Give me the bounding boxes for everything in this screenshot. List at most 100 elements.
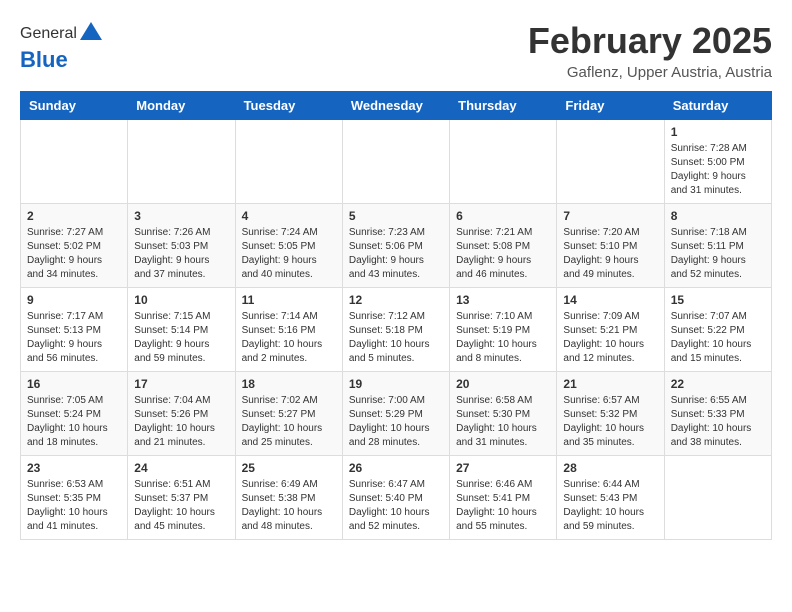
calendar-cell: 15 Sunrise: 7:07 AM Sunset: 5:22 PM Dayli…: [664, 288, 771, 372]
day-number: 10: [134, 293, 228, 307]
calendar-week-row: 23 Sunrise: 6:53 AM Sunset: 5:35 PM Dayli…: [21, 456, 772, 540]
calendar-week-row: 16 Sunrise: 7:05 AM Sunset: 5:24 PM Dayli…: [21, 372, 772, 456]
day-number: 16: [27, 377, 121, 391]
day-info: Sunrise: 7:23 AM Sunset: 5:06 PM Dayligh…: [349, 226, 443, 282]
day-info: Sunrise: 6:51 AM Sunset: 5:37 PM Dayligh…: [134, 478, 228, 534]
calendar-cell: 28 Sunrise: 6:44 AM Sunset: 5:43 PM Dayli…: [557, 456, 664, 540]
calendar-cell: 27 Sunrise: 6:46 AM Sunset: 5:41 PM Dayli…: [450, 456, 557, 540]
calendar-cell: 12 Sunrise: 7:12 AM Sunset: 5:18 PM Dayli…: [342, 288, 449, 372]
day-number: 8: [671, 209, 765, 223]
day-number: 4: [242, 209, 336, 223]
day-info: Sunrise: 6:57 AM Sunset: 5:32 PM Dayligh…: [563, 394, 657, 450]
day-number: 11: [242, 293, 336, 307]
day-number: 12: [349, 293, 443, 307]
calendar-cell: 25 Sunrise: 6:49 AM Sunset: 5:38 PM Dayli…: [235, 456, 342, 540]
calendar-cell: 18 Sunrise: 7:02 AM Sunset: 5:27 PM Dayli…: [235, 372, 342, 456]
day-info: Sunrise: 6:46 AM Sunset: 5:41 PM Dayligh…: [456, 478, 550, 534]
day-number: 3: [134, 209, 228, 223]
day-info: Sunrise: 7:12 AM Sunset: 5:18 PM Dayligh…: [349, 310, 443, 366]
weekday-header-thursday: Thursday: [450, 92, 557, 120]
weekday-header-tuesday: Tuesday: [235, 92, 342, 120]
day-info: Sunrise: 6:49 AM Sunset: 5:38 PM Dayligh…: [242, 478, 336, 534]
day-number: 5: [349, 209, 443, 223]
calendar-cell: 19 Sunrise: 7:00 AM Sunset: 5:29 PM Dayli…: [342, 372, 449, 456]
calendar-cell: [450, 120, 557, 204]
day-number: 14: [563, 293, 657, 307]
day-number: 23: [27, 461, 121, 475]
day-info: Sunrise: 7:27 AM Sunset: 5:02 PM Dayligh…: [27, 226, 121, 282]
calendar-cell: 13Sunrise: 7:10 AM Sunset: 5:19 PM Dayli…: [450, 288, 557, 372]
day-info: Sunrise: 7:17 AM Sunset: 5:13 PM Dayligh…: [27, 310, 121, 366]
day-info: Sunrise: 7:28 AM Sunset: 5:00 PM Dayligh…: [671, 142, 765, 198]
calendar-cell: 9 Sunrise: 7:17 AM Sunset: 5:13 PM Daylig…: [21, 288, 128, 372]
day-number: 7: [563, 209, 657, 223]
day-number: 24: [134, 461, 228, 475]
calendar-cell: 23 Sunrise: 6:53 AM Sunset: 5:35 PM Dayli…: [21, 456, 128, 540]
day-info: Sunrise: 7:02 AM Sunset: 5:27 PM Dayligh…: [242, 394, 336, 450]
day-info: Sunrise: 7:24 AM Sunset: 5:05 PM Dayligh…: [242, 226, 336, 282]
day-number: 17: [134, 377, 228, 391]
calendar-cell: 10Sunrise: 7:15 AM Sunset: 5:14 PM Dayli…: [128, 288, 235, 372]
day-number: 25: [242, 461, 336, 475]
day-info: Sunrise: 6:58 AM Sunset: 5:30 PM Dayligh…: [456, 394, 550, 450]
weekday-header-saturday: Saturday: [664, 92, 771, 120]
day-info: Sunrise: 7:09 AM Sunset: 5:21 PM Dayligh…: [563, 310, 657, 366]
calendar-table: SundayMondayTuesdayWednesdayThursdayFrid…: [20, 91, 772, 540]
weekday-header-monday: Monday: [128, 92, 235, 120]
calendar-week-row: 9 Sunrise: 7:17 AM Sunset: 5:13 PM Daylig…: [21, 288, 772, 372]
calendar-cell: 1 Sunrise: 7:28 AM Sunset: 5:00 PM Daylig…: [664, 120, 771, 204]
calendar-week-row: 1 Sunrise: 7:28 AM Sunset: 5:00 PM Daylig…: [21, 120, 772, 204]
calendar-cell: 21 Sunrise: 6:57 AM Sunset: 5:32 PM Dayli…: [557, 372, 664, 456]
calendar-cell: 26Sunrise: 6:47 AM Sunset: 5:40 PM Dayli…: [342, 456, 449, 540]
day-info: Sunrise: 6:47 AM Sunset: 5:40 PM Dayligh…: [349, 478, 443, 534]
day-info: Sunrise: 7:14 AM Sunset: 5:16 PM Dayligh…: [242, 310, 336, 366]
calendar-cell: [664, 456, 771, 540]
calendar-cell: 20 Sunrise: 6:58 AM Sunset: 5:30 PM Dayli…: [450, 372, 557, 456]
calendar-cell: 4 Sunrise: 7:24 AM Sunset: 5:05 PM Daylig…: [235, 204, 342, 288]
day-number: 19: [349, 377, 443, 391]
day-number: 1: [671, 125, 765, 139]
calendar-cell: [235, 120, 342, 204]
page-header: General Blue February 2025 Gaflenz, Uppe…: [20, 20, 772, 81]
weekday-header-friday: Friday: [557, 92, 664, 120]
calendar-cell: 5 Sunrise: 7:23 AM Sunset: 5:06 PM Daylig…: [342, 204, 449, 288]
logo: General Blue: [20, 20, 102, 73]
day-number: 13: [456, 293, 550, 307]
day-number: 22: [671, 377, 765, 391]
month-year-title: February 2025: [528, 20, 772, 62]
weekday-header-wednesday: Wednesday: [342, 92, 449, 120]
day-number: 20: [456, 377, 550, 391]
day-number: 27: [456, 461, 550, 475]
day-info: Sunrise: 6:53 AM Sunset: 5:35 PM Dayligh…: [27, 478, 121, 534]
day-info: Sunrise: 7:20 AM Sunset: 5:10 PM Dayligh…: [563, 226, 657, 282]
calendar-week-row: 2Sunrise: 7:27 AM Sunset: 5:02 PM Daylig…: [21, 204, 772, 288]
location-subtitle: Gaflenz, Upper Austria, Austria: [528, 64, 772, 81]
day-number: 15: [671, 293, 765, 307]
day-info: Sunrise: 7:21 AM Sunset: 5:08 PM Dayligh…: [456, 226, 550, 282]
calendar-cell: 22Sunrise: 6:55 AM Sunset: 5:33 PM Dayli…: [664, 372, 771, 456]
day-info: Sunrise: 7:05 AM Sunset: 5:24 PM Dayligh…: [27, 394, 121, 450]
calendar-cell: [557, 120, 664, 204]
calendar-cell: [21, 120, 128, 204]
calendar-cell: 7 Sunrise: 7:20 AM Sunset: 5:10 PM Daylig…: [557, 204, 664, 288]
calendar-cell: 11 Sunrise: 7:14 AM Sunset: 5:16 PM Dayli…: [235, 288, 342, 372]
day-info: Sunrise: 7:18 AM Sunset: 5:11 PM Dayligh…: [671, 226, 765, 282]
day-info: Sunrise: 7:00 AM Sunset: 5:29 PM Dayligh…: [349, 394, 443, 450]
day-number: 18: [242, 377, 336, 391]
calendar-cell: 3 Sunrise: 7:26 AM Sunset: 5:03 PM Daylig…: [128, 204, 235, 288]
logo-general-text: General: [20, 25, 77, 43]
logo-blue-text: Blue: [20, 47, 68, 72]
day-number: 6: [456, 209, 550, 223]
calendar-cell: 17 Sunrise: 7:04 AM Sunset: 5:26 PM Dayli…: [128, 372, 235, 456]
day-info: Sunrise: 7:04 AM Sunset: 5:26 PM Dayligh…: [134, 394, 228, 450]
day-number: 21: [563, 377, 657, 391]
day-info: Sunrise: 7:26 AM Sunset: 5:03 PM Dayligh…: [134, 226, 228, 282]
weekday-header-sunday: Sunday: [21, 92, 128, 120]
day-number: 28: [563, 461, 657, 475]
day-info: Sunrise: 6:44 AM Sunset: 5:43 PM Dayligh…: [563, 478, 657, 534]
calendar-cell: 16 Sunrise: 7:05 AM Sunset: 5:24 PM Dayli…: [21, 372, 128, 456]
calendar-cell: 24 Sunrise: 6:51 AM Sunset: 5:37 PM Dayli…: [128, 456, 235, 540]
day-number: 9: [27, 293, 121, 307]
day-info: Sunrise: 7:07 AM Sunset: 5:22 PM Dayligh…: [671, 310, 765, 366]
calendar-cell: [342, 120, 449, 204]
